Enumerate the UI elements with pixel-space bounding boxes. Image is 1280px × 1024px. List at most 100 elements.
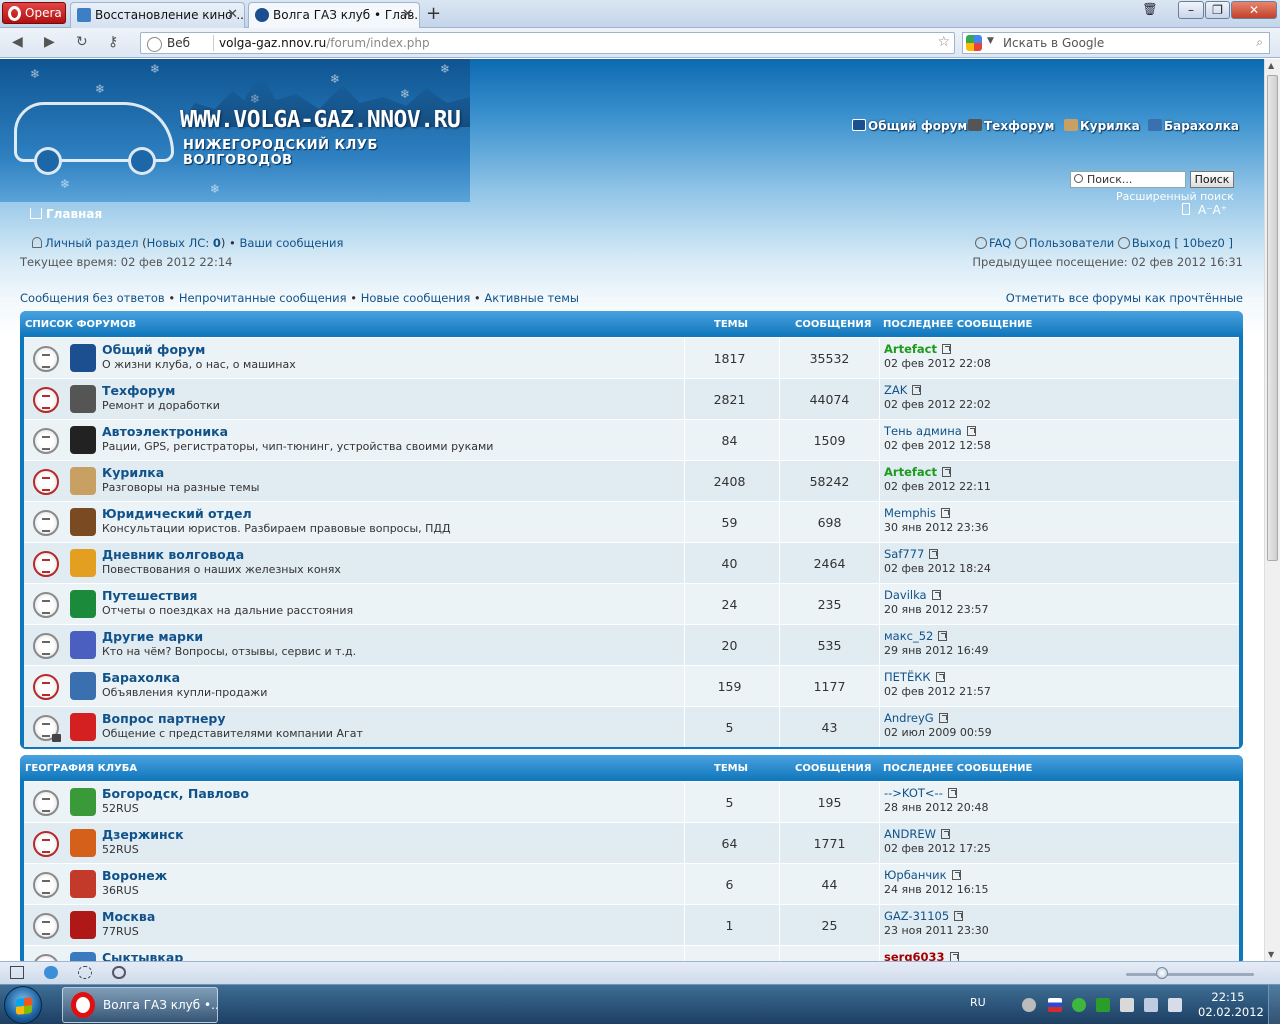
forum-title-link[interactable]: Общий форум: [102, 342, 205, 357]
forum-row[interactable]: Техфорум Ремонт и доработки 2821 44074 ZAK 02…: [24, 378, 1239, 419]
maximize-button[interactable]: ❐: [1205, 1, 1230, 19]
new-pm-link[interactable]: Новых ЛС: 0: [147, 236, 221, 250]
forum-title-link[interactable]: Дзержинск: [102, 827, 184, 842]
go-to-post-icon[interactable]: [938, 713, 948, 723]
advanced-search-link[interactable]: Расширенный поиск: [1116, 190, 1234, 203]
close-tab-icon[interactable]: ✕: [227, 3, 238, 27]
zoom-slider-handle[interactable]: [1155, 967, 1168, 979]
forum-row[interactable]: Юридический отдел Консультации юристов. Р…: [24, 501, 1239, 542]
chevron-down-icon[interactable]: ▼: [987, 36, 994, 46]
url-field[interactable]: Веб volga-gaz.nnov.ru/forum/index.php ☆: [140, 32, 955, 54]
last-post-author[interactable]: Artefact: [884, 342, 951, 356]
forum-title-link[interactable]: Автоэлектроника: [102, 424, 228, 439]
taskbar-opera-item[interactable]: Волга ГАЗ клуб •...: [62, 987, 218, 1023]
last-post-author[interactable]: Тень админа: [884, 424, 976, 438]
forum-title-link[interactable]: Сыктывкар: [102, 950, 183, 961]
forum-title-link[interactable]: Москва: [102, 909, 155, 924]
forum-row[interactable]: Путешествия Отчеты о поездках на дальние …: [24, 583, 1239, 624]
nav-tech-forum[interactable]: Техфорум: [968, 119, 1054, 133]
last-post-author[interactable]: Юрбанчик: [884, 868, 961, 882]
go-to-post-icon[interactable]: [954, 911, 964, 921]
font-size-control[interactable]: A⁻A⁺: [1182, 203, 1227, 217]
personal-section-link[interactable]: Личный раздел: [45, 236, 138, 250]
logout-link[interactable]: Выход [ 10bez0 ]: [1132, 236, 1233, 250]
your-posts-link[interactable]: Ваши сообщения: [239, 236, 343, 250]
go-to-post-icon[interactable]: [912, 385, 922, 395]
go-to-post-icon[interactable]: [940, 508, 950, 518]
nav-flea-market[interactable]: Барахолка: [1148, 119, 1239, 133]
go-to-post-icon[interactable]: [966, 426, 976, 436]
russian-flag-icon[interactable]: [1048, 998, 1062, 1012]
site-search-input[interactable]: Поиск...: [1070, 171, 1186, 188]
forum-title-link[interactable]: Воронеж: [102, 868, 167, 883]
go-to-post-icon[interactable]: [949, 952, 959, 961]
forum-title-link[interactable]: Путешествия: [102, 588, 197, 603]
forum-row[interactable]: Общий форум О жизни клуба, о нас, о машин…: [24, 337, 1239, 378]
panel-toggle-icon[interactable]: [10, 966, 24, 979]
share-icon[interactable]: [78, 966, 92, 979]
last-post-author[interactable]: AndreyG: [884, 711, 948, 725]
tray-arrow-icon[interactable]: [1022, 998, 1036, 1012]
volume-icon[interactable]: [1168, 998, 1182, 1012]
forum-row[interactable]: Москва 77RUS 1 25 GAZ-31105 23 ноя 2011 23:30: [24, 904, 1239, 945]
last-post-author[interactable]: ZAK: [884, 383, 922, 397]
site-logo-banner[interactable]: ❄❄❄❄❄❄❄❄❄ WWW.VOLGA-GAZ.NNOV.RU НИЖЕГОРО…: [0, 59, 470, 202]
go-to-post-icon[interactable]: [935, 672, 945, 682]
scroll-up-icon[interactable]: ▲: [1268, 61, 1274, 70]
go-to-post-icon[interactable]: [938, 631, 948, 641]
vertical-scrollbar[interactable]: ▲ ▼: [1264, 59, 1280, 961]
last-post-author[interactable]: Saf777: [884, 547, 939, 561]
last-post-author[interactable]: Artefact: [884, 465, 951, 479]
new-posts-link[interactable]: Новые сообщения: [361, 291, 471, 305]
forum-title-link[interactable]: Вопрос партнеру: [102, 711, 226, 726]
trash-icon[interactable]: 🗑: [1140, 1, 1160, 19]
forum-row[interactable]: Другие марки Кто на чём? Вопросы, отзывы,…: [24, 624, 1239, 665]
go-to-post-icon[interactable]: [941, 344, 951, 354]
last-post-author[interactable]: ANDREW: [884, 827, 950, 841]
forum-row[interactable]: Барахолка Объявления купли-продажи 159 1177…: [24, 665, 1239, 706]
mobile-icon[interactable]: [1182, 203, 1190, 215]
browser-tab-2[interactable]: Волга ГАЗ клуб • Глав... ✕: [248, 2, 420, 28]
last-post-author[interactable]: Davilka: [884, 588, 941, 602]
scrollbar-thumb[interactable]: [1267, 75, 1278, 561]
start-button[interactable]: [4, 986, 42, 1024]
back-arrow-icon[interactable]: ◀: [12, 34, 23, 50]
forum-title-link[interactable]: Техфорум: [102, 383, 175, 398]
unanswered-link[interactable]: Сообщения без ответов: [20, 291, 165, 305]
nav-general-forum[interactable]: Общий форум: [852, 119, 967, 133]
forum-title-link[interactable]: Барахолка: [102, 670, 180, 685]
last-post-author[interactable]: GAZ-31105: [884, 909, 964, 923]
speed-dial-icon[interactable]: [112, 966, 126, 979]
google-search-field[interactable]: ▼ Искать в Google ⌕: [962, 32, 1270, 54]
forum-row[interactable]: Вопрос партнеру Общение с представителями…: [24, 706, 1239, 747]
active-topics-link[interactable]: Активные темы: [484, 291, 579, 305]
faq-link[interactable]: FAQ: [989, 236, 1011, 250]
users-link[interactable]: Пользователи: [1029, 236, 1114, 250]
forum-row[interactable]: Курилка Разговоры на разные темы 2408 58242…: [24, 460, 1239, 501]
reload-icon[interactable]: ↻: [76, 34, 88, 50]
last-post-author[interactable]: serg6033: [884, 950, 959, 961]
forward-arrow-icon[interactable]: ▶: [44, 34, 55, 50]
forum-row[interactable]: Богородск, Павлово 52RUS 5 195 -->KOT<-- 28 я…: [24, 781, 1239, 822]
last-post-author[interactable]: ПЕТЁКК: [884, 670, 945, 684]
forum-title-link[interactable]: Дневник волговода: [102, 547, 244, 562]
last-post-author[interactable]: Memphis: [884, 506, 950, 520]
last-post-author[interactable]: макс_52: [884, 629, 948, 643]
forum-row[interactable]: Сыктывкар serg6033: [24, 945, 1239, 961]
go-to-post-icon[interactable]: [940, 829, 950, 839]
last-post-author[interactable]: -->KOT<--: [884, 786, 957, 800]
forum-title-link[interactable]: Богородск, Павлово: [102, 786, 249, 801]
forum-row[interactable]: Дневник волговода Повествования о наших ж…: [24, 542, 1239, 583]
go-to-post-icon[interactable]: [929, 549, 939, 559]
breadcrumb[interactable]: Главная: [30, 207, 102, 221]
icq-icon[interactable]: [1072, 998, 1086, 1012]
go-to-post-icon[interactable]: [947, 788, 957, 798]
forum-title-link[interactable]: Другие марки: [102, 629, 203, 644]
network-icon[interactable]: [1144, 998, 1158, 1012]
opera-menu-button[interactable]: Opera: [2, 2, 66, 24]
clock[interactable]: 22:15 02.02.2012: [1198, 990, 1264, 1020]
go-to-post-icon[interactable]: [951, 870, 961, 880]
site-search-button[interactable]: Поиск: [1190, 171, 1234, 188]
unread-link[interactable]: Непрочитанные сообщения: [179, 291, 347, 305]
zoom-slider[interactable]: [1126, 973, 1254, 976]
